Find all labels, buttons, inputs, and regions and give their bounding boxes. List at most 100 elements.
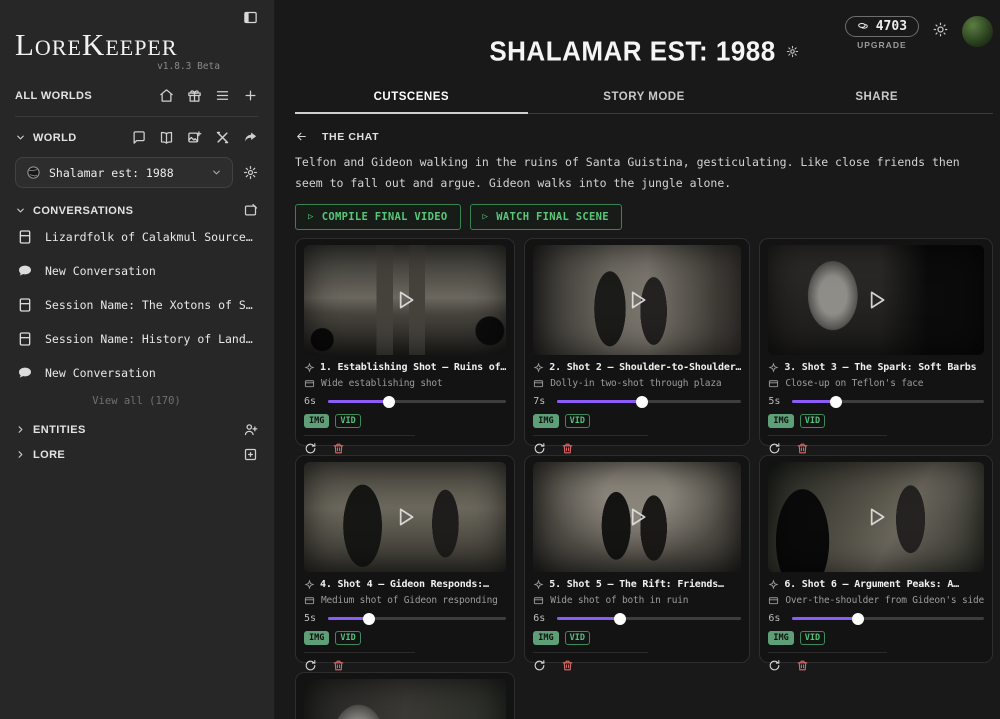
duration-slider[interactable] [328,617,506,620]
duration-slider[interactable] [328,400,506,403]
delete-icon[interactable] [561,442,574,455]
play-icon[interactable] [392,287,418,313]
image-plus-icon[interactable] [187,130,202,145]
regenerate-icon[interactable] [304,442,317,455]
img-badge[interactable]: IMG [304,631,329,645]
scene-title: 3. Shot 3 — The Spark: Soft Barbs [784,362,976,373]
img-badge[interactable]: IMG [533,631,558,645]
vid-badge[interactable]: VID [800,631,825,645]
new-chat-icon[interactable] [131,130,146,145]
sparkle-icon [533,362,544,373]
play-icon[interactable] [624,287,650,313]
scene-thumbnail[interactable] [533,462,741,572]
scene-thumbnail[interactable] [304,462,506,572]
user-avatar[interactable] [962,16,993,47]
book-open-icon[interactable] [159,130,174,145]
scene-card: 6. Shot 6 — Argument Peaks: A… Over-the-… [759,455,993,663]
add-entity-icon[interactable] [243,422,258,437]
img-badge[interactable]: IMG [768,414,793,428]
slider-thumb[interactable] [363,613,375,625]
clapper-icon [768,595,779,606]
duration-slider[interactable] [792,617,984,620]
chevron-right-icon[interactable] [15,449,26,460]
regenerate-icon[interactable] [304,659,317,672]
view-all-link[interactable]: View all (170) [15,395,258,407]
img-badge[interactable]: IMG [768,631,793,645]
list-icon[interactable] [215,88,230,103]
upgrade-link[interactable]: UPGRADE [857,40,907,50]
delete-icon[interactable] [796,442,809,455]
conversation-item[interactable]: Session Name: The Xotons of S… [15,288,258,322]
duration-label: 6s [768,613,784,624]
sparkle-icon [533,579,544,590]
play-icon[interactable] [392,504,418,530]
slider-thumb[interactable] [636,396,648,408]
card-divider [768,435,887,436]
duration-slider[interactable] [557,617,741,620]
scene-thumbnail[interactable] [304,245,506,355]
new-conversation-icon[interactable] [243,203,258,218]
tab-story-mode[interactable]: STORY MODE [528,80,761,113]
play-icon[interactable] [863,504,889,530]
share-icon[interactable] [243,130,258,145]
world-settings-gear-icon[interactable] [243,165,258,180]
conversation-item[interactable]: Lizardfolk of Calakmul Source… [15,220,258,254]
compile-final-video-button[interactable]: ▷ COMPILE FINAL VIDEO [295,204,461,230]
vid-badge[interactable]: VID [335,631,360,645]
scene-grid: 1. Establishing Shot — Ruins of… Wide es… [295,238,993,719]
img-badge[interactable]: IMG [304,414,329,428]
collapse-sidebar-icon[interactable] [243,10,258,25]
sparkle-icon [768,579,779,590]
scene-thumbnail[interactable] [768,245,984,355]
card-divider [768,652,887,653]
credits-pill[interactable]: 4703 [845,16,919,37]
duration-slider[interactable] [557,400,741,403]
scene-thumbnail[interactable] [533,245,741,355]
regenerate-icon[interactable] [768,659,781,672]
theme-sun-icon[interactable] [933,22,948,37]
conversation-item[interactable]: New Conversation [15,356,258,390]
main-content: SHALAMAR EST: 1988 4703 UPGRADE CUTSCENE… [275,0,1000,719]
chevron-down-icon[interactable] [15,205,26,216]
regenerate-icon[interactable] [533,442,546,455]
back-to-chat[interactable]: THE CHAT [295,130,993,143]
watch-final-scene-button[interactable]: ▷ WATCH FINAL SCENE [470,204,622,230]
add-lore-icon[interactable] [243,447,258,462]
scene-settings-gear-icon[interactable] [786,45,799,58]
vid-badge[interactable]: VID [335,414,360,428]
scene-thumbnail[interactable] [304,679,506,719]
page-title: SHALAMAR EST: 1988 [489,35,775,68]
chevron-right-icon[interactable] [15,424,26,435]
home-icon[interactable] [159,88,174,103]
slider-thumb[interactable] [830,396,842,408]
add-world-icon[interactable] [243,88,258,103]
play-icon[interactable] [863,287,889,313]
play-icon: ▷ [483,212,489,222]
gift-icon[interactable] [187,88,202,103]
delete-icon[interactable] [561,659,574,672]
regenerate-icon[interactable] [533,659,546,672]
tab-share[interactable]: SHARE [760,80,993,113]
duration-slider[interactable] [792,400,984,403]
vid-badge[interactable]: VID [565,631,590,645]
world-select-dropdown[interactable]: Shalamar est: 1988 [15,157,233,188]
tab-cutscenes[interactable]: CUTSCENES [295,80,528,113]
delete-icon[interactable] [332,442,345,455]
chevron-down-icon[interactable] [15,132,26,143]
vid-badge[interactable]: VID [565,414,590,428]
play-icon[interactable] [624,504,650,530]
regenerate-icon[interactable] [768,442,781,455]
delete-icon[interactable] [332,659,345,672]
duration-label: 5s [304,613,320,624]
tools-icon[interactable] [215,130,230,145]
img-badge[interactable]: IMG [533,414,558,428]
slider-thumb[interactable] [852,613,864,625]
scene-thumbnail[interactable] [768,462,984,572]
coins-icon [857,20,870,33]
slider-thumb[interactable] [614,613,626,625]
delete-icon[interactable] [796,659,809,672]
slider-thumb[interactable] [383,396,395,408]
vid-badge[interactable]: VID [800,414,825,428]
conversation-item[interactable]: New Conversation [15,254,258,288]
conversation-item[interactable]: Session Name: History of Land… [15,322,258,356]
